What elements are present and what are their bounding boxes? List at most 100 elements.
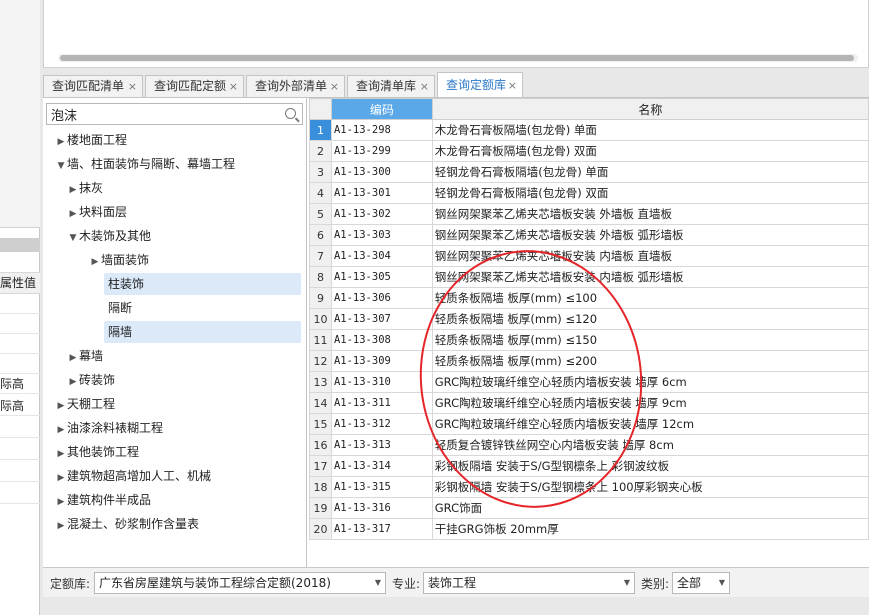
horizontal-scrollbar[interactable] bbox=[58, 54, 858, 62]
name-cell[interactable]: 木龙骨石膏板隔墙(包龙骨) 双面 bbox=[431, 140, 869, 162]
collapsed-arrow-icon[interactable]: ▶ bbox=[89, 251, 101, 273]
tree-item[interactable]: ▶ 抹灰 bbox=[67, 177, 301, 199]
name-cell[interactable]: 钢丝网架聚苯乙烯夹芯墙板安装 外墙板 弧形墙板 bbox=[431, 224, 869, 246]
row-number[interactable]: 12 bbox=[309, 350, 332, 372]
collapsed-arrow-icon[interactable]: ▶ bbox=[55, 515, 67, 537]
code-cell[interactable]: A1-13-316 bbox=[330, 497, 433, 519]
name-column-header[interactable]: 名称 bbox=[431, 98, 869, 120]
tab-1[interactable]: 查询匹配清单 × bbox=[43, 75, 143, 98]
property-row[interactable]: 际高 bbox=[0, 374, 40, 394]
row-number[interactable]: 1 bbox=[309, 119, 332, 141]
expanded-arrow-icon[interactable]: ▼ bbox=[55, 155, 67, 177]
row-number[interactable]: 20 bbox=[309, 518, 332, 540]
scrollbar-thumb[interactable] bbox=[60, 55, 854, 61]
row-number[interactable]: 11 bbox=[309, 329, 332, 351]
table-row[interactable]: 15 A1-13-312 GRC陶粒玻璃纤维空心轻质内墙板安装 墙厚 12cm bbox=[309, 413, 869, 435]
tree-item[interactable]: ▶ 墙面装饰 bbox=[89, 249, 301, 271]
name-cell[interactable]: GRC陶粒玻璃纤维空心轻质内墙板安装 墙厚 6cm bbox=[431, 371, 869, 393]
name-cell[interactable]: 轻质条板隔墙 板厚(mm) ≤150 bbox=[431, 329, 869, 351]
row-number[interactable]: 8 bbox=[309, 266, 332, 288]
name-cell[interactable]: 轻质条板隔墙 板厚(mm) ≤200 bbox=[431, 350, 869, 372]
name-cell[interactable]: 钢丝网架聚苯乙烯夹芯墙板安装 内墙板 弧形墙板 bbox=[431, 266, 869, 288]
category-select[interactable]: 全部 ▼ bbox=[672, 572, 730, 594]
property-row[interactable] bbox=[0, 418, 40, 438]
table-row[interactable]: 3 A1-13-300 轻钢龙骨石膏板隔墙(包龙骨) 单面 bbox=[309, 161, 869, 183]
name-cell[interactable]: 干挂GRG饰板 20mm厚 bbox=[431, 518, 869, 540]
code-cell[interactable]: A1-13-303 bbox=[330, 224, 433, 246]
table-row[interactable]: 13 A1-13-310 GRC陶粒玻璃纤维空心轻质内墙板安装 墙厚 6cm bbox=[309, 371, 869, 393]
row-number[interactable]: 2 bbox=[309, 140, 332, 162]
tree-item[interactable]: 隔墙 bbox=[104, 321, 301, 343]
collapsed-arrow-icon[interactable]: ▶ bbox=[55, 131, 67, 153]
code-cell[interactable]: A1-13-307 bbox=[330, 308, 433, 330]
collapsed-arrow-icon[interactable]: ▶ bbox=[67, 179, 79, 201]
close-icon[interactable]: × bbox=[508, 73, 517, 98]
tab-5[interactable]: 查询定额库 × bbox=[437, 72, 523, 99]
row-number[interactable]: 17 bbox=[309, 455, 332, 477]
tree-item[interactable]: ▶ 块料面层 bbox=[67, 201, 301, 223]
tree-item[interactable]: 柱装饰 bbox=[104, 273, 301, 295]
close-icon[interactable]: × bbox=[330, 76, 339, 97]
name-cell[interactable]: 轻钢龙骨石膏板隔墙(包龙骨) 单面 bbox=[431, 161, 869, 183]
code-cell[interactable]: A1-13-310 bbox=[330, 371, 433, 393]
name-cell[interactable]: 木龙骨石膏板隔墙(包龙骨) 单面 bbox=[431, 119, 869, 141]
collapsed-arrow-icon[interactable]: ▶ bbox=[67, 203, 79, 225]
table-row[interactable]: 16 A1-13-313 轻质复合镀锌铁丝网空心内墙板安装 墙厚 8cm bbox=[309, 434, 869, 456]
collapsed-arrow-icon[interactable]: ▶ bbox=[55, 419, 67, 441]
property-row[interactable] bbox=[0, 462, 40, 482]
close-icon[interactable]: × bbox=[229, 76, 238, 97]
property-row[interactable] bbox=[0, 440, 40, 460]
collapsed-arrow-icon[interactable]: ▶ bbox=[55, 467, 67, 489]
code-column-header[interactable]: 编码 bbox=[330, 98, 433, 120]
property-row[interactable] bbox=[0, 334, 40, 354]
collapsed-arrow-icon[interactable]: ▶ bbox=[55, 395, 67, 417]
close-icon[interactable]: × bbox=[128, 76, 137, 97]
row-number[interactable]: 16 bbox=[309, 434, 332, 456]
name-cell[interactable]: 轻钢龙骨石膏板隔墙(包龙骨) 双面 bbox=[431, 182, 869, 204]
name-cell[interactable]: 轻质条板隔墙 板厚(mm) ≤120 bbox=[431, 308, 869, 330]
code-cell[interactable]: A1-13-311 bbox=[330, 392, 433, 414]
tree-item[interactable]: ▶ 油漆涂料裱糊工程 bbox=[55, 417, 301, 439]
name-cell[interactable]: GRC饰面 bbox=[431, 497, 869, 519]
tree-item[interactable]: ▼ 墙、柱面装饰与隔断、幕墙工程 bbox=[55, 153, 301, 175]
close-icon[interactable]: × bbox=[420, 76, 429, 97]
collapsed-arrow-icon[interactable]: ▶ bbox=[55, 491, 67, 513]
code-cell[interactable]: A1-13-308 bbox=[330, 329, 433, 351]
code-cell[interactable]: A1-13-315 bbox=[330, 476, 433, 498]
table-row[interactable]: 8 A1-13-305 钢丝网架聚苯乙烯夹芯墙板安装 内墙板 弧形墙板 bbox=[309, 266, 869, 288]
row-number[interactable]: 3 bbox=[309, 161, 332, 183]
table-row[interactable]: 4 A1-13-301 轻钢龙骨石膏板隔墙(包龙骨) 双面 bbox=[309, 182, 869, 204]
tree-item[interactable]: ▼ 木装饰及其他 bbox=[67, 225, 301, 247]
row-number[interactable]: 5 bbox=[309, 203, 332, 225]
property-row[interactable] bbox=[0, 484, 40, 504]
table-row[interactable]: 7 A1-13-304 钢丝网架聚苯乙烯夹芯墙板安装 内墙板 直墙板 bbox=[309, 245, 869, 267]
search-box[interactable] bbox=[46, 103, 303, 125]
name-cell[interactable]: 轻质复合镀锌铁丝网空心内墙板安装 墙厚 8cm bbox=[431, 434, 869, 456]
name-cell[interactable]: 彩钢板隔墙 安装于S/G型钢檩条上 彩钢波纹板 bbox=[431, 455, 869, 477]
name-cell[interactable]: 钢丝网架聚苯乙烯夹芯墙板安装 外墙板 直墙板 bbox=[431, 203, 869, 225]
name-cell[interactable]: 轻质条板隔墙 板厚(mm) ≤100 bbox=[431, 287, 869, 309]
row-number[interactable]: 10 bbox=[309, 308, 332, 330]
table-row[interactable]: 10 A1-13-307 轻质条板隔墙 板厚(mm) ≤120 bbox=[309, 308, 869, 330]
specialty-select[interactable]: 装饰工程 ▼ bbox=[423, 572, 635, 594]
tree-item[interactable]: ▶ 天棚工程 bbox=[55, 393, 301, 415]
property-row[interactable] bbox=[0, 314, 40, 334]
code-cell[interactable]: A1-13-306 bbox=[330, 287, 433, 309]
table-row[interactable]: 9 A1-13-306 轻质条板隔墙 板厚(mm) ≤100 bbox=[309, 287, 869, 309]
name-cell[interactable]: GRC陶粒玻璃纤维空心轻质内墙板安装 墙厚 9cm bbox=[431, 392, 869, 414]
row-number[interactable]: 18 bbox=[309, 476, 332, 498]
table-row[interactable]: 1 A1-13-298 木龙骨石膏板隔墙(包龙骨) 单面 bbox=[309, 119, 869, 141]
table-row[interactable]: 11 A1-13-308 轻质条板隔墙 板厚(mm) ≤150 bbox=[309, 329, 869, 351]
tree-item[interactable]: 隔断 bbox=[104, 297, 301, 319]
collapsed-arrow-icon[interactable]: ▶ bbox=[55, 443, 67, 465]
code-cell[interactable]: A1-13-298 bbox=[330, 119, 433, 141]
row-number[interactable]: 14 bbox=[309, 392, 332, 414]
code-cell[interactable]: A1-13-305 bbox=[330, 266, 433, 288]
name-cell[interactable]: 钢丝网架聚苯乙烯夹芯墙板安装 内墙板 直墙板 bbox=[431, 245, 869, 267]
collapsed-arrow-icon[interactable]: ▶ bbox=[67, 347, 79, 369]
table-row[interactable]: 12 A1-13-309 轻质条板隔墙 板厚(mm) ≤200 bbox=[309, 350, 869, 372]
row-number[interactable]: 19 bbox=[309, 497, 332, 519]
tree-item[interactable]: ▶ 楼地面工程 bbox=[55, 129, 301, 151]
code-cell[interactable]: A1-13-313 bbox=[330, 434, 433, 456]
row-number[interactable]: 15 bbox=[309, 413, 332, 435]
